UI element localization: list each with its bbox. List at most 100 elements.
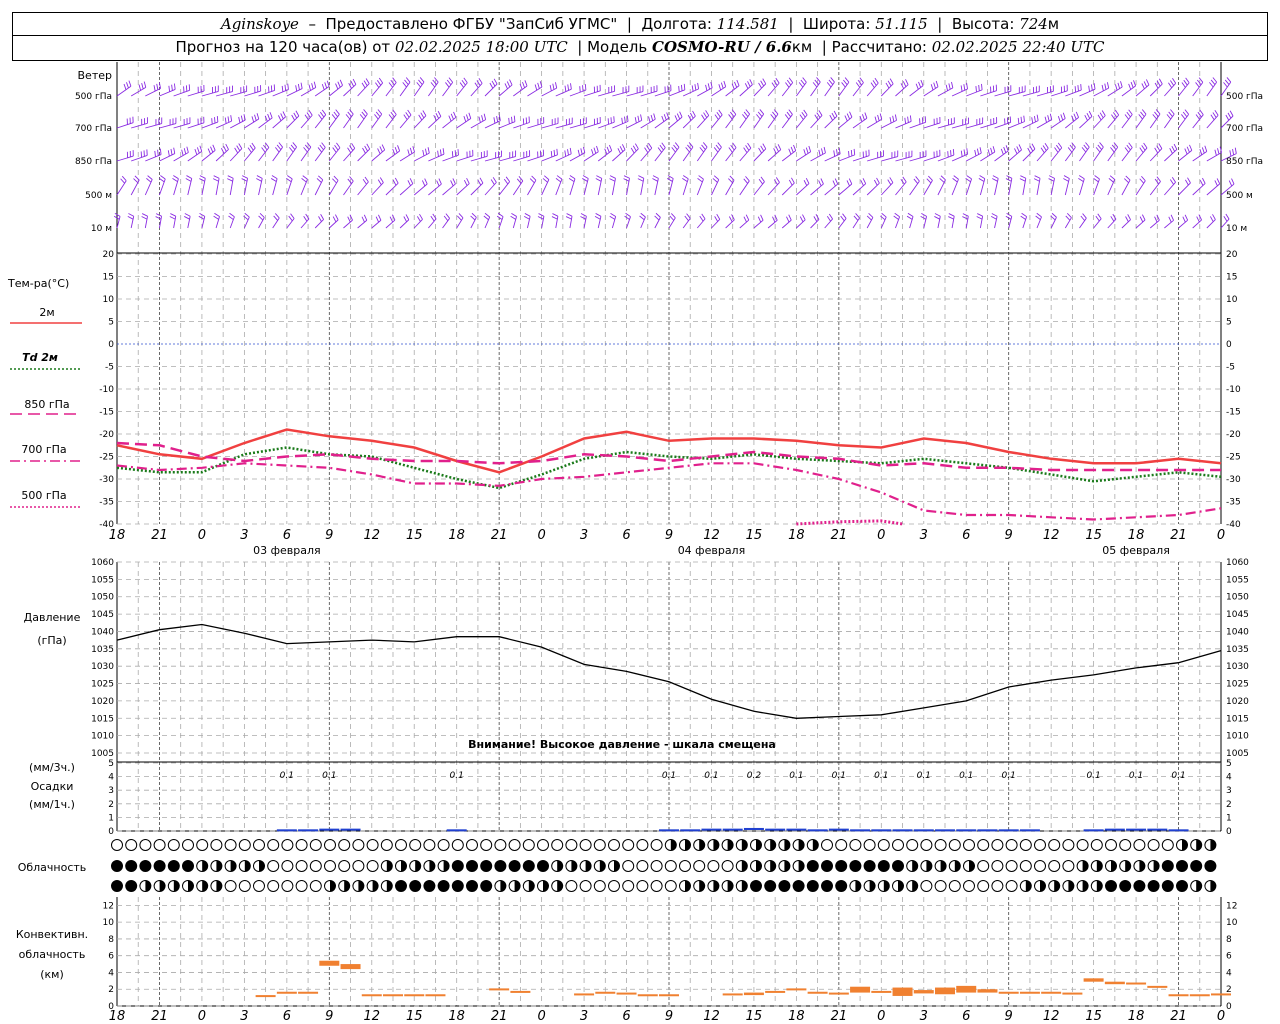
cloud-cover-icon — [1090, 880, 1103, 892]
wind-barb-flag — [671, 147, 676, 153]
wind-barb-flag — [758, 178, 763, 185]
wind-barb-flag — [349, 145, 354, 151]
x-hour-label-bottom: 6 — [962, 1009, 970, 1024]
cloud-cover-circle — [1176, 880, 1188, 892]
wind-barb-flag — [450, 113, 454, 120]
cloud-cover-icon — [210, 860, 223, 872]
wind-barb-flag — [610, 212, 616, 217]
cloud-cover-circle — [991, 860, 1004, 872]
wind-barb-flag — [1168, 111, 1173, 117]
conv-tick-right: 12 — [1226, 901, 1237, 911]
wind-barb-flag — [889, 78, 894, 85]
cloud-cover-fill — [741, 839, 748, 851]
wind-barb-flag — [270, 178, 277, 182]
cloud-cover-icon — [1133, 860, 1146, 872]
wind-barb-flag — [640, 212, 646, 218]
precip-bar — [1126, 828, 1147, 831]
wind-barb-flag — [977, 213, 983, 217]
wind-barb-flag — [481, 115, 484, 122]
x-hour-label-bottom: 9 — [1005, 1009, 1013, 1024]
conv-cloud-bar — [425, 994, 446, 997]
cloud-cover-icon — [778, 860, 791, 872]
conv-cloud-bar — [722, 993, 743, 996]
wind-barb — [1121, 219, 1131, 229]
x-hour-label-mid: 9 — [665, 528, 673, 543]
x-hour-label-bottom: 0 — [537, 1009, 545, 1024]
cloud-cover-circle — [1105, 839, 1117, 851]
x-hour-label-mid: 6 — [622, 528, 630, 543]
wind-barb-flag — [582, 178, 588, 182]
wind-barb-flag — [402, 82, 407, 88]
wind-barb — [371, 219, 382, 229]
wind-barb-flag — [326, 80, 330, 87]
cloud-cover-icon — [593, 860, 606, 872]
cloud-cover-fill — [1210, 880, 1216, 892]
cloud-cover-icon — [395, 839, 407, 851]
x-hour-label-mid: 18 — [1128, 528, 1145, 543]
wind-barb-flag — [157, 149, 159, 156]
cloud-cover-icon — [1176, 839, 1188, 851]
wind-barb-flag — [689, 112, 694, 119]
wind-barb-flag — [510, 215, 516, 220]
cloud-cover-icon — [466, 839, 478, 851]
cloud-cover-circle — [1076, 839, 1089, 851]
wind-barb-flag — [963, 149, 966, 156]
wind-barb-flag — [537, 82, 540, 89]
wind-barb-flag — [568, 178, 575, 183]
precip-bar — [977, 829, 998, 832]
wind-barb-flag — [928, 175, 933, 181]
wind-barb-flag — [267, 113, 271, 120]
wind-barb-flag — [484, 212, 490, 218]
wind-barb-flag — [617, 148, 621, 154]
wind-barb-flag — [848, 178, 853, 185]
cloud-cover-icon — [267, 880, 280, 892]
wind-barb-flag — [848, 151, 850, 158]
cloud-cover-circle — [139, 839, 152, 851]
cloud-cover-icon — [182, 880, 194, 892]
wind-barb-flag — [799, 216, 804, 223]
wind-barb-flag — [306, 142, 312, 148]
cloud-cover-icon — [494, 860, 507, 872]
wind-barb-flag — [361, 216, 365, 223]
wind-barb-flag — [639, 215, 645, 221]
wind-barb-flag — [1209, 216, 1214, 222]
wind-barb-flag — [249, 145, 254, 151]
wind-barb-flag — [1036, 114, 1039, 121]
wind-barb-flag — [966, 148, 969, 155]
cloud-cover-circle — [622, 839, 635, 851]
wind-barb-flag — [1125, 175, 1131, 181]
wind-barb-flag — [445, 213, 450, 219]
wind-barb-flag — [311, 83, 314, 90]
wind-barb-flag — [846, 180, 850, 187]
temp-tick-right: -20 — [1226, 430, 1241, 440]
wind-barb — [314, 219, 324, 229]
wind-barb-flag — [427, 147, 430, 154]
wind-barb-flag — [503, 178, 509, 185]
x-hour-label-bottom: 0 — [198, 1009, 206, 1024]
wind-barb-flag — [930, 84, 934, 91]
wind-barb-flag — [1023, 115, 1025, 122]
cloud-cover-icon — [622, 839, 635, 851]
wind-barb-flag — [1196, 79, 1202, 86]
cloud-cover-icon — [863, 839, 876, 851]
pressure-tick-right: 1045 — [1226, 610, 1249, 620]
wind-barb-flag — [978, 178, 985, 182]
wind-barb-flag — [363, 80, 368, 87]
x-hour-label-bottom: 18 — [1128, 1009, 1145, 1024]
precip-tick-left: 5 — [108, 759, 114, 769]
cloud-cover-icon — [1005, 839, 1018, 851]
wind-barb-flag — [948, 216, 954, 220]
cloud-cover-icon — [451, 860, 464, 872]
x-hour-label-bottom: 15 — [746, 1009, 763, 1024]
wind-barb-flag — [686, 213, 691, 219]
wind-barb-flag — [872, 80, 877, 86]
precip-bar — [298, 829, 319, 832]
wind-barb — [739, 219, 750, 229]
cloud-cover-circle — [409, 880, 422, 892]
wind-barb-flag — [1170, 214, 1174, 221]
wind-barb-flag — [213, 215, 219, 220]
conv-cloud-bar — [977, 989, 998, 993]
wind-barb-flag — [637, 178, 644, 182]
wind-barb-flag — [1128, 109, 1133, 115]
cloud-cover-circle — [111, 860, 123, 872]
